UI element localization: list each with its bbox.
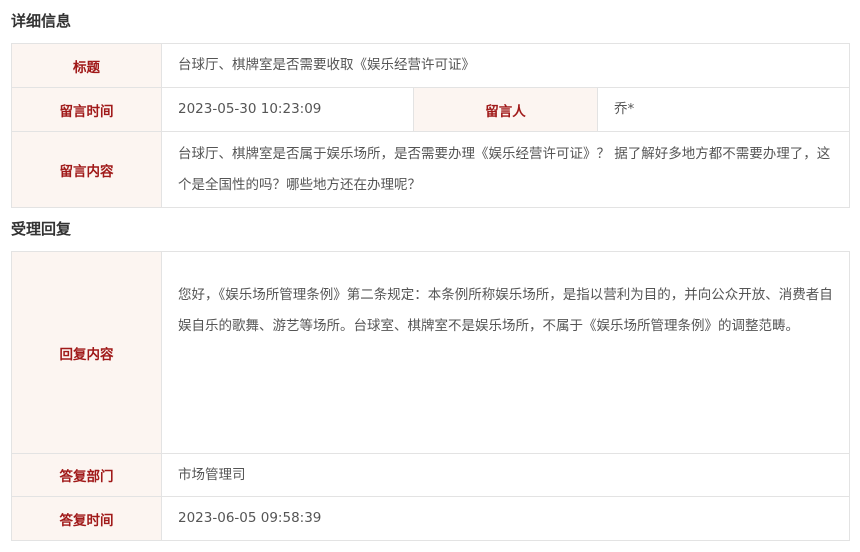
- content-row: 留言内容 台球厅、棋牌室是否属于娱乐场所，是否需要办理《娱乐经营许可证》？ 据了…: [11, 131, 850, 208]
- message-time-label: 留言时间: [11, 87, 162, 132]
- author-label: 留言人: [413, 87, 598, 132]
- reply-dept-value: 市场管理司: [161, 453, 850, 497]
- reply-section-title: 受理回复: [11, 220, 72, 238]
- detail-section-title: 详细信息: [11, 12, 72, 30]
- reply-dept-label: 答复部门: [11, 453, 162, 497]
- reply-content-value: 您好，《娱乐场所管理条例》第二条规定：本条例所称娱乐场所，是指以营利为目的，并向…: [161, 251, 850, 454]
- title-value: 台球厅、棋牌室是否需要收取《娱乐经营许可证》: [161, 43, 850, 88]
- title-row: 标题 台球厅、棋牌室是否需要收取《娱乐经营许可证》: [11, 43, 850, 88]
- reply-time-label: 答复时间: [11, 496, 162, 541]
- reply-content-label: 回复内容: [11, 251, 162, 454]
- reply-time-row: 答复时间 2023-06-05 09:58:39: [11, 496, 850, 541]
- time-author-row: 留言时间 2023-05-30 10:23:09 留言人 乔*: [11, 87, 850, 132]
- title-label: 标题: [11, 43, 162, 88]
- message-content-label: 留言内容: [11, 131, 162, 208]
- message-time-value: 2023-05-30 10:23:09: [161, 87, 414, 132]
- detail-table: 标题 台球厅、棋牌室是否需要收取《娱乐经营许可证》 留言时间 2023-05-3…: [11, 43, 850, 208]
- reply-content-row: 回复内容 您好，《娱乐场所管理条例》第二条规定：本条例所称娱乐场所，是指以营利为…: [11, 251, 850, 454]
- reply-dept-row: 答复部门 市场管理司: [11, 453, 850, 497]
- reply-table: 回复内容 您好，《娱乐场所管理条例》第二条规定：本条例所称娱乐场所，是指以营利为…: [11, 251, 850, 541]
- author-value: 乔*: [597, 87, 850, 132]
- message-content-value: 台球厅、棋牌室是否属于娱乐场所，是否需要办理《娱乐经营许可证》？ 据了解好多地方…: [161, 131, 850, 208]
- reply-time-value: 2023-06-05 09:58:39: [161, 496, 850, 541]
